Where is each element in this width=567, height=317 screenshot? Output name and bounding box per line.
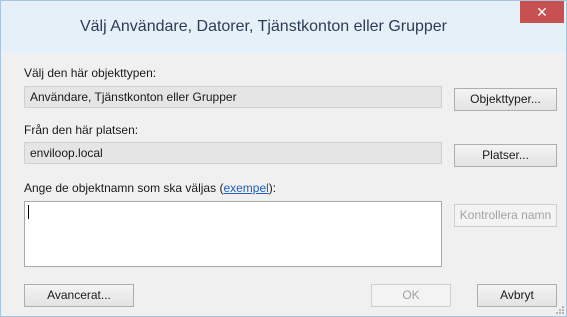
location-field: enviloop.local: [24, 142, 442, 164]
location-label: Från den här platsen:: [24, 123, 139, 137]
title-bar[interactable]: Välj Användare, Datorer, Tjänstkonton el…: [1, 1, 566, 53]
object-names-label: Ange de objektnamn som ska väljas (exemp…: [24, 181, 276, 195]
dialog-body: Välj den här objekttypen: Användare, Tjä…: [1, 53, 566, 316]
object-type-field: Användare, Tjänstkonton eller Grupper: [24, 86, 442, 108]
object-types-button[interactable]: Objekttyper...: [454, 88, 557, 111]
dialog-title: Välj Användare, Datorer, Tjänstkonton el…: [79, 18, 448, 35]
resize-grip-icon[interactable]: [554, 304, 564, 314]
ok-button[interactable]: OK: [371, 284, 451, 307]
close-button[interactable]: ✕: [520, 1, 564, 23]
object-names-label-suffix: ):: [268, 181, 277, 195]
close-icon: ✕: [536, 4, 548, 20]
locations-button[interactable]: Platser...: [454, 144, 557, 167]
advanced-button[interactable]: Avancerat...: [24, 284, 134, 307]
select-users-dialog: Välj Användare, Datorer, Tjänstkonton el…: [0, 0, 567, 317]
cancel-button[interactable]: Avbryt: [477, 284, 557, 307]
examples-link[interactable]: exempel: [223, 181, 268, 195]
text-caret: [28, 205, 29, 219]
object-names-input[interactable]: [24, 201, 442, 267]
object-type-label: Välj den här objekttypen:: [24, 66, 157, 80]
object-names-label-prefix: Ange de objektnamn som ska väljas (: [24, 181, 224, 195]
check-names-button[interactable]: Kontrollera namn: [454, 204, 557, 227]
